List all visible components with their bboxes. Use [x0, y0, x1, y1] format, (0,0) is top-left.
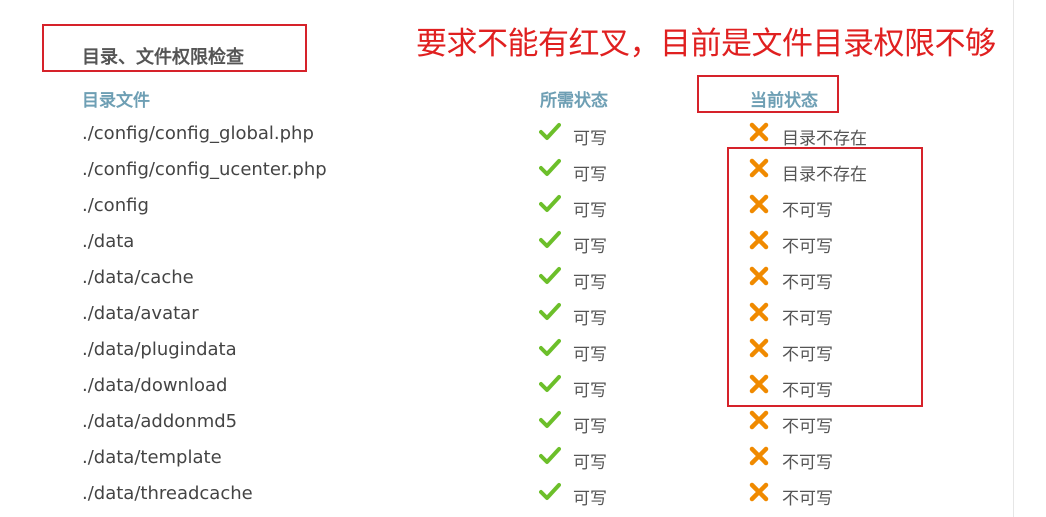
annotation-box-section-title: [42, 24, 307, 72]
page-right-border: [1013, 0, 1014, 517]
table-row: ./data/addonmd5 可写 不可写: [0, 407, 1000, 443]
check-icon: [539, 121, 561, 143]
row-path: ./data/cache: [82, 267, 194, 288]
cross-icon: [748, 445, 770, 467]
cross-icon: [748, 121, 770, 143]
annotation-text: 要求不能有红叉，目前是文件目录权限不够: [416, 26, 996, 62]
check-icon: [539, 373, 561, 395]
check-icon: [539, 193, 561, 215]
table-row: ./data/threadcache 可写 不可写: [0, 479, 1000, 515]
row-path: ./data/threadcache: [82, 483, 253, 504]
annotation-box-failed-rows: [727, 147, 923, 407]
row-path: ./data/addonmd5: [82, 411, 238, 432]
row-path: ./config/config_global.php: [82, 123, 314, 144]
row-current-status: 不可写: [782, 453, 833, 473]
row-path: ./data/plugindata: [82, 339, 237, 360]
row-required-status: 可写: [573, 273, 607, 293]
row-path: ./data/avatar: [82, 303, 199, 324]
row-path: ./config/config_ucenter.php: [82, 159, 327, 180]
check-icon: [539, 445, 561, 467]
header-file: 目录文件: [82, 91, 150, 111]
check-icon: [539, 481, 561, 503]
row-path: ./data/download: [82, 375, 228, 396]
check-icon: [539, 301, 561, 323]
cross-icon: [748, 481, 770, 503]
row-required-status: 可写: [573, 129, 607, 149]
annotation-box-current-header: [697, 75, 839, 113]
row-current-status: 不可写: [782, 417, 833, 437]
row-required-status: 可写: [573, 381, 607, 401]
row-required-status: 可写: [573, 489, 607, 509]
check-icon: [539, 157, 561, 179]
row-required-status: 可写: [573, 345, 607, 365]
check-icon: [539, 265, 561, 287]
cross-icon: [748, 409, 770, 431]
check-icon: [539, 229, 561, 251]
check-icon: [539, 409, 561, 431]
row-current-status: 不可写: [782, 489, 833, 509]
check-icon: [539, 337, 561, 359]
row-required-status: 可写: [573, 309, 607, 329]
row-path: ./data/template: [82, 447, 222, 468]
header-required-status: 所需状态: [540, 91, 608, 111]
row-path: ./config: [82, 195, 149, 216]
row-path: ./data: [82, 231, 135, 252]
row-required-status: 可写: [573, 237, 607, 257]
row-current-status: 目录不存在: [782, 129, 867, 149]
row-required-status: 可写: [573, 417, 607, 437]
row-required-status: 可写: [573, 165, 607, 185]
row-required-status: 可写: [573, 453, 607, 473]
table-row: ./data/template 可写 不可写: [0, 443, 1000, 479]
row-required-status: 可写: [573, 201, 607, 221]
